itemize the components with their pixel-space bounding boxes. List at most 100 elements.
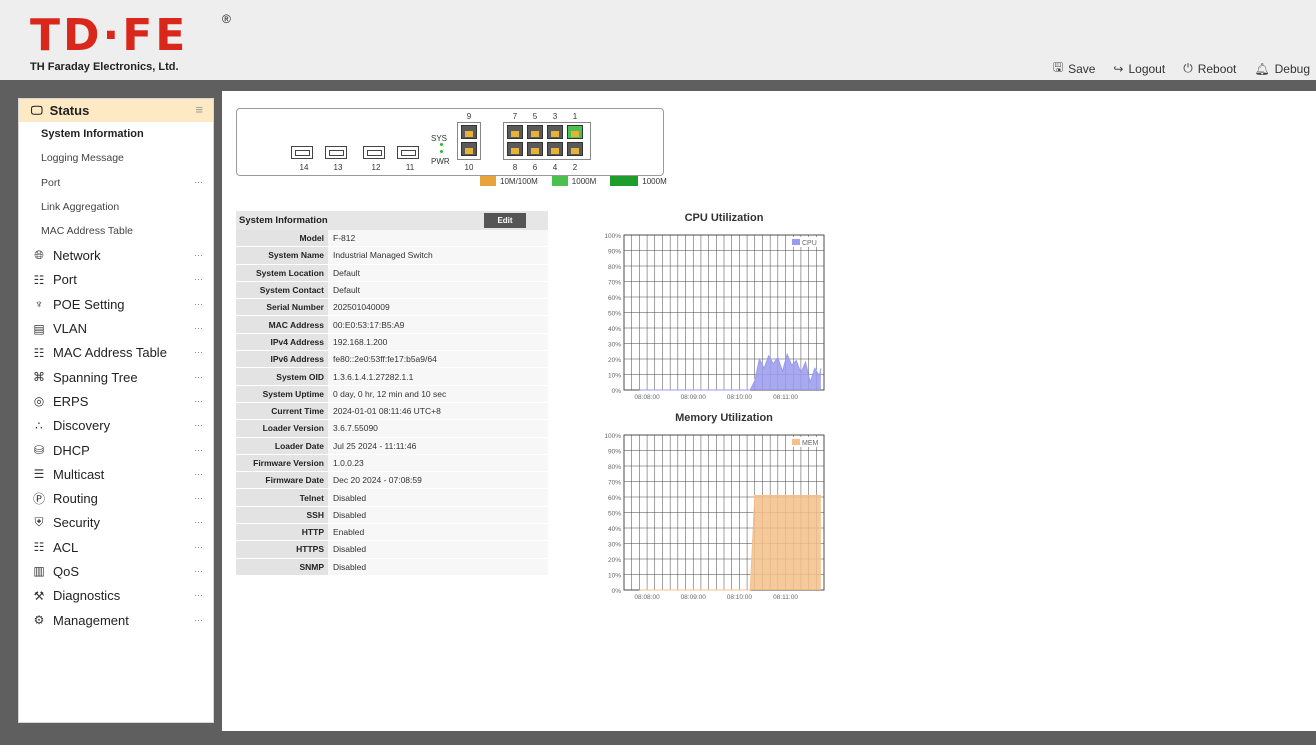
rj45-port-6[interactable] bbox=[527, 142, 543, 156]
rj45-port-5[interactable] bbox=[527, 125, 543, 139]
port-number: 4 bbox=[552, 163, 558, 172]
company-logo[interactable]: TD·FE ® TH Faraday Electronics, Ltd. bbox=[30, 12, 231, 76]
y-tick-label: 0% bbox=[612, 588, 622, 595]
info-key: Firmware Version bbox=[236, 454, 328, 473]
hamburger-icon[interactable]: ≡ bbox=[195, 102, 203, 117]
y-tick-label: 60% bbox=[608, 495, 621, 502]
menu-status-label: Status bbox=[49, 103, 90, 118]
port-label: 11 bbox=[405, 163, 415, 172]
y-tick-label: 80% bbox=[608, 264, 621, 271]
info-row: IPv6 Address fe80::2e0:53ff:fe17:b5a9/64 bbox=[236, 351, 548, 369]
x-tick-label: 08:09:00 bbox=[681, 394, 707, 401]
legend-swatch-dark-green bbox=[610, 176, 639, 186]
info-value: Default bbox=[328, 281, 548, 300]
port-number: 5 bbox=[532, 112, 538, 121]
info-value: Disabled bbox=[328, 541, 548, 559]
menu-erps[interactable]: ◎ ERPS ⋯ bbox=[19, 389, 213, 413]
logout-button[interactable]: ↪ Logout bbox=[1113, 58, 1165, 79]
y-tick-label: 50% bbox=[608, 311, 621, 318]
rj45-port-10[interactable] bbox=[461, 142, 477, 156]
info-key: Model bbox=[236, 230, 328, 248]
logout-icon: ↪ bbox=[1113, 61, 1124, 76]
chart-title: Memory Utilization bbox=[675, 412, 773, 424]
submenu-port[interactable]: Port ⋯ bbox=[19, 171, 213, 195]
routing-icon: Ⓟ bbox=[32, 492, 45, 507]
info-row: SNMP Disabled bbox=[236, 558, 548, 576]
rj45-port-3[interactable] bbox=[547, 125, 563, 139]
sfp-port-14[interactable] bbox=[291, 146, 313, 159]
debug-button[interactable]: 🔔︎ Debug bbox=[1254, 58, 1310, 79]
y-tick-label: 60% bbox=[608, 295, 621, 302]
info-row: Loader Version 3.6.7.55090 bbox=[236, 420, 548, 438]
table-icon: ☷ bbox=[33, 345, 45, 360]
y-tick-label: 100% bbox=[604, 433, 621, 440]
menu-poe-setting[interactable]: ♆ POE Setting ⋯ bbox=[19, 292, 213, 316]
y-tick-label: 70% bbox=[608, 280, 621, 287]
menu-vlan[interactable]: ▤ VLAN ⋯ bbox=[19, 316, 213, 340]
menu-mac-address-table[interactable]: ☷ MAC Address Table ⋯ bbox=[19, 341, 213, 365]
info-rows: Model F-812 System Name Industrial Managed … bbox=[236, 230, 548, 576]
submenu-mac-address-table[interactable]: MAC Address Table bbox=[19, 219, 213, 243]
rj45-port-1[interactable] bbox=[567, 125, 583, 139]
menu-dhcp[interactable]: ⛁ DHCP ⋯ bbox=[19, 438, 213, 462]
chart-legend: MEM bbox=[790, 437, 822, 447]
submenu-logging-message[interactable]: Logging Message bbox=[19, 146, 213, 170]
rj45-port-9[interactable] bbox=[461, 125, 477, 139]
rj45-port-4[interactable] bbox=[547, 142, 563, 156]
info-row: Serial Number 202501040009 bbox=[236, 299, 548, 317]
menu-spanning-tree[interactable]: ⌘ Spanning Tree ⋯ bbox=[19, 365, 213, 389]
ring-icon: ◎ bbox=[33, 394, 45, 409]
info-key: System OID bbox=[236, 368, 328, 386]
rj45-port-2[interactable] bbox=[567, 142, 583, 156]
menu-multicast[interactable]: ☰ Multicast ⋯ bbox=[19, 462, 213, 486]
menu-discovery[interactable]: ∴ Discovery ⋯ bbox=[19, 414, 213, 438]
more-icon: ⋯ bbox=[194, 177, 203, 188]
sfp-port-11[interactable] bbox=[397, 146, 419, 159]
port-label: 13 bbox=[333, 163, 343, 172]
info-key: System Name bbox=[236, 247, 328, 265]
info-row: System Location Default bbox=[236, 264, 548, 282]
menu-label: MAC Address Table bbox=[53, 345, 167, 361]
info-row: System OID 1.3.6.1.4.1.27282.1.1 bbox=[236, 368, 548, 386]
menu-qos[interactable]: ▥ QoS ⋯ bbox=[19, 559, 213, 583]
menu-security[interactable]: ⛨ Security ⋯ bbox=[19, 511, 213, 535]
menu-management[interactable]: ⚙ Management ⋯ bbox=[19, 608, 213, 632]
submenu-link-aggregation[interactable]: Link Aggregation bbox=[19, 195, 213, 219]
x-tick-label: 08:11:00 bbox=[773, 394, 798, 401]
legend-label: 1000M bbox=[571, 176, 597, 186]
info-value: Industrial Managed Switch bbox=[328, 247, 548, 265]
info-row: HTTPS Disabled bbox=[236, 541, 548, 559]
info-key: IPv4 Address bbox=[236, 333, 328, 352]
rj45-port-7[interactable] bbox=[507, 125, 523, 139]
logout-label: Logout bbox=[1128, 61, 1166, 76]
menu-label: Security bbox=[53, 515, 100, 531]
cpu-utilization-chart: CPU Utilization 0% 10% 20% 30% 40% 50% 60% 70% 80… bbox=[582, 207, 832, 407]
menu-diagnostics[interactable]: ⚒ Diagnostics ⋯ bbox=[19, 584, 213, 608]
pwr-label: PWR bbox=[431, 157, 450, 166]
edit-button[interactable]: Edit bbox=[484, 213, 526, 228]
y-tick-label: 30% bbox=[608, 342, 621, 349]
bottom-frame bbox=[0, 731, 1316, 745]
menu-acl[interactable]: ☷ ACL ⋯ bbox=[19, 535, 213, 559]
rj45-port-8[interactable] bbox=[507, 142, 523, 156]
menu-label: Management bbox=[53, 612, 129, 628]
sfp-port-13[interactable] bbox=[325, 146, 347, 159]
menu-status[interactable]: 🖵︎ Status ≡ bbox=[19, 99, 213, 122]
plug-icon: ♆ bbox=[34, 297, 44, 312]
sfp-port-12[interactable] bbox=[363, 146, 385, 159]
legend-label: MEM bbox=[802, 440, 819, 447]
info-value: Enabled bbox=[328, 524, 548, 542]
port-icon: ☷ bbox=[33, 272, 45, 287]
port-number: 7 bbox=[512, 112, 518, 121]
menu-port[interactable]: ☷ Port ⋯ bbox=[19, 268, 213, 292]
menu-network[interactable]: 🌐︎ Network ⋯ bbox=[19, 243, 213, 267]
table-title: System Information bbox=[239, 215, 328, 226]
save-button[interactable]: 🖫 Save bbox=[1053, 58, 1096, 79]
save-icon: 🖫 bbox=[1052, 60, 1064, 74]
info-value: Dec 20 2024 - 07:08:59 bbox=[328, 472, 548, 490]
reboot-button[interactable]: ⏻ Reboot bbox=[1183, 58, 1236, 79]
more-icon: ⋯ bbox=[194, 493, 203, 504]
submenu-system-information[interactable]: System Information bbox=[19, 122, 213, 146]
menu-routing[interactable]: Ⓟ Routing ⋯ bbox=[19, 486, 213, 510]
info-row: Firmware Date Dec 20 2024 - 07:08:59 bbox=[236, 472, 548, 490]
